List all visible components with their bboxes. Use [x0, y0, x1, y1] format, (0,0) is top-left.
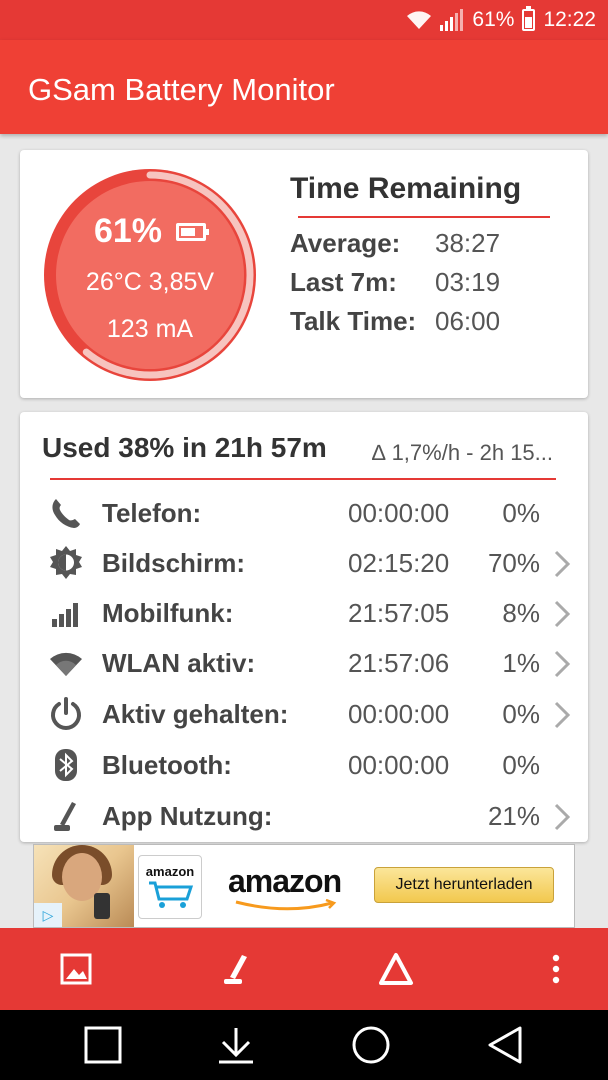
usage-card: Used 38% in 21h 57m ∆ 1,7%/h - 2h 15... …	[20, 412, 588, 842]
phone-icon	[52, 499, 80, 528]
row-time: 00:00:00	[348, 498, 450, 528]
amazon-smile-icon	[235, 899, 337, 911]
row-time: 00:00:00	[348, 699, 450, 729]
shopping-cart-icon	[149, 881, 194, 908]
chevron-right-icon[interactable]	[550, 600, 574, 628]
brightness-icon	[50, 546, 82, 579]
usage-row-wlan[interactable]: WLAN aktiv: 21:57:06 1%	[20, 638, 588, 688]
wifi-icon	[407, 11, 432, 29]
row-percent: 0%	[502, 699, 540, 729]
ad-app-icon: amazon	[138, 855, 202, 919]
row-name: Bluetooth:	[102, 750, 232, 780]
time-remaining-row: Last 7m: 03:19	[290, 267, 500, 298]
ad-banner[interactable]: ▷ amazon amazon Jetzt herunterladen	[33, 844, 575, 928]
ad-download-button[interactable]: Jetzt herunterladen	[374, 867, 554, 903]
battery-icon	[522, 6, 536, 31]
app-bar: GSam Battery Monitor	[0, 40, 608, 134]
usage-row-aktiv-gehalten[interactable]: Aktiv gehalten: 00:00:00 0%	[20, 689, 588, 739]
divider	[298, 216, 550, 218]
row-value: 06:00	[435, 306, 501, 336]
battery-percent-text: 61%	[472, 8, 515, 31]
row-label: Last 7m:	[290, 267, 397, 297]
battery-percent: 61%	[93, 212, 163, 250]
battery-icon	[176, 222, 210, 241]
row-name: Aktiv gehalten:	[102, 699, 289, 729]
time-remaining-title: Time Remaining	[290, 172, 522, 205]
row-label: Average:	[290, 228, 401, 258]
back-icon[interactable]	[484, 1024, 526, 1066]
bluetooth-icon	[55, 749, 77, 781]
ad-app-icon-text: amazon	[145, 864, 195, 879]
cell-signal-icon	[440, 9, 464, 31]
usage-title: Used 38% in 21h 57m	[42, 432, 327, 463]
gauge-readout: 61% 26°C 3,85V 123 mA	[42, 167, 258, 383]
row-percent: 1%	[502, 648, 540, 678]
row-time: 21:57:06	[348, 648, 450, 678]
row-percent: 8%	[502, 598, 540, 628]
row-name: Bildschirm:	[102, 548, 246, 578]
usage-row-bildschirm[interactable]: Bildschirm: 02:15:20 70%	[20, 538, 588, 588]
row-percent: 0%	[502, 498, 540, 528]
signal-bars-icon	[52, 603, 78, 627]
chevron-right-icon[interactable]	[550, 550, 574, 578]
adchoices-icon[interactable]: ▷	[34, 903, 62, 927]
row-time: 00:00:00	[348, 750, 450, 780]
row-time: 21:57:05	[348, 598, 450, 628]
usage-row-app-nutzung[interactable]: App Nutzung: 21%	[20, 791, 588, 841]
clock: 12:22	[543, 8, 596, 31]
row-percent: 21%	[487, 801, 540, 831]
chevron-right-icon[interactable]	[550, 650, 574, 678]
ad-brand: amazon	[228, 863, 342, 911]
row-time: 02:15:20	[348, 548, 450, 578]
temp-voltage: 26°C 3,85V	[85, 268, 215, 296]
bottom-action-bar	[0, 928, 608, 1010]
ad-brand-text: amazon	[228, 863, 342, 899]
recents-icon[interactable]	[82, 1024, 124, 1066]
current-draw: 123 mA	[106, 315, 194, 343]
app-title: GSam Battery Monitor	[28, 72, 335, 107]
time-remaining-row: Talk Time: 06:00	[290, 306, 500, 337]
app-usage-icon	[54, 802, 76, 831]
status-bar: 61% 12:22	[0, 0, 608, 40]
row-percent: 0%	[502, 750, 540, 780]
download-icon[interactable]	[215, 1024, 257, 1066]
battery-summary-card[interactable]: 61% 26°C 3,85V 123 mA Time Remaining Ave…	[20, 150, 588, 398]
row-percent: 70%	[487, 548, 540, 578]
usage-row-telefon: Telefon: 00:00:00 0%	[20, 488, 588, 538]
row-value: 03:19	[435, 267, 501, 297]
usage-row-bluetooth: Bluetooth: 00:00:00 0%	[20, 740, 588, 790]
delta-icon[interactable]	[376, 949, 416, 989]
system-nav-bar	[0, 1010, 608, 1080]
row-value: 38:27	[435, 228, 501, 258]
image-icon[interactable]	[56, 949, 96, 989]
power-icon	[51, 697, 81, 730]
row-name: Telefon:	[102, 498, 202, 528]
wifi-icon	[50, 652, 82, 676]
divider	[50, 478, 556, 480]
more-vert-icon[interactable]	[536, 949, 576, 989]
row-name: WLAN aktiv:	[102, 648, 256, 678]
chevron-right-icon[interactable]	[550, 803, 574, 831]
row-name: App Nutzung:	[102, 801, 273, 831]
app-usage-icon[interactable]	[216, 949, 256, 989]
row-label: Talk Time:	[290, 306, 417, 336]
chevron-right-icon[interactable]	[550, 701, 574, 729]
discharge-rate: ∆ 1,7%/h - 2h 15...	[372, 440, 554, 465]
home-icon[interactable]	[350, 1024, 392, 1066]
usage-row-mobilfunk[interactable]: Mobilfunk: 21:57:05 8%	[20, 588, 588, 638]
row-name: Mobilfunk:	[102, 598, 234, 628]
time-remaining-row: Average: 38:27	[290, 228, 500, 259]
